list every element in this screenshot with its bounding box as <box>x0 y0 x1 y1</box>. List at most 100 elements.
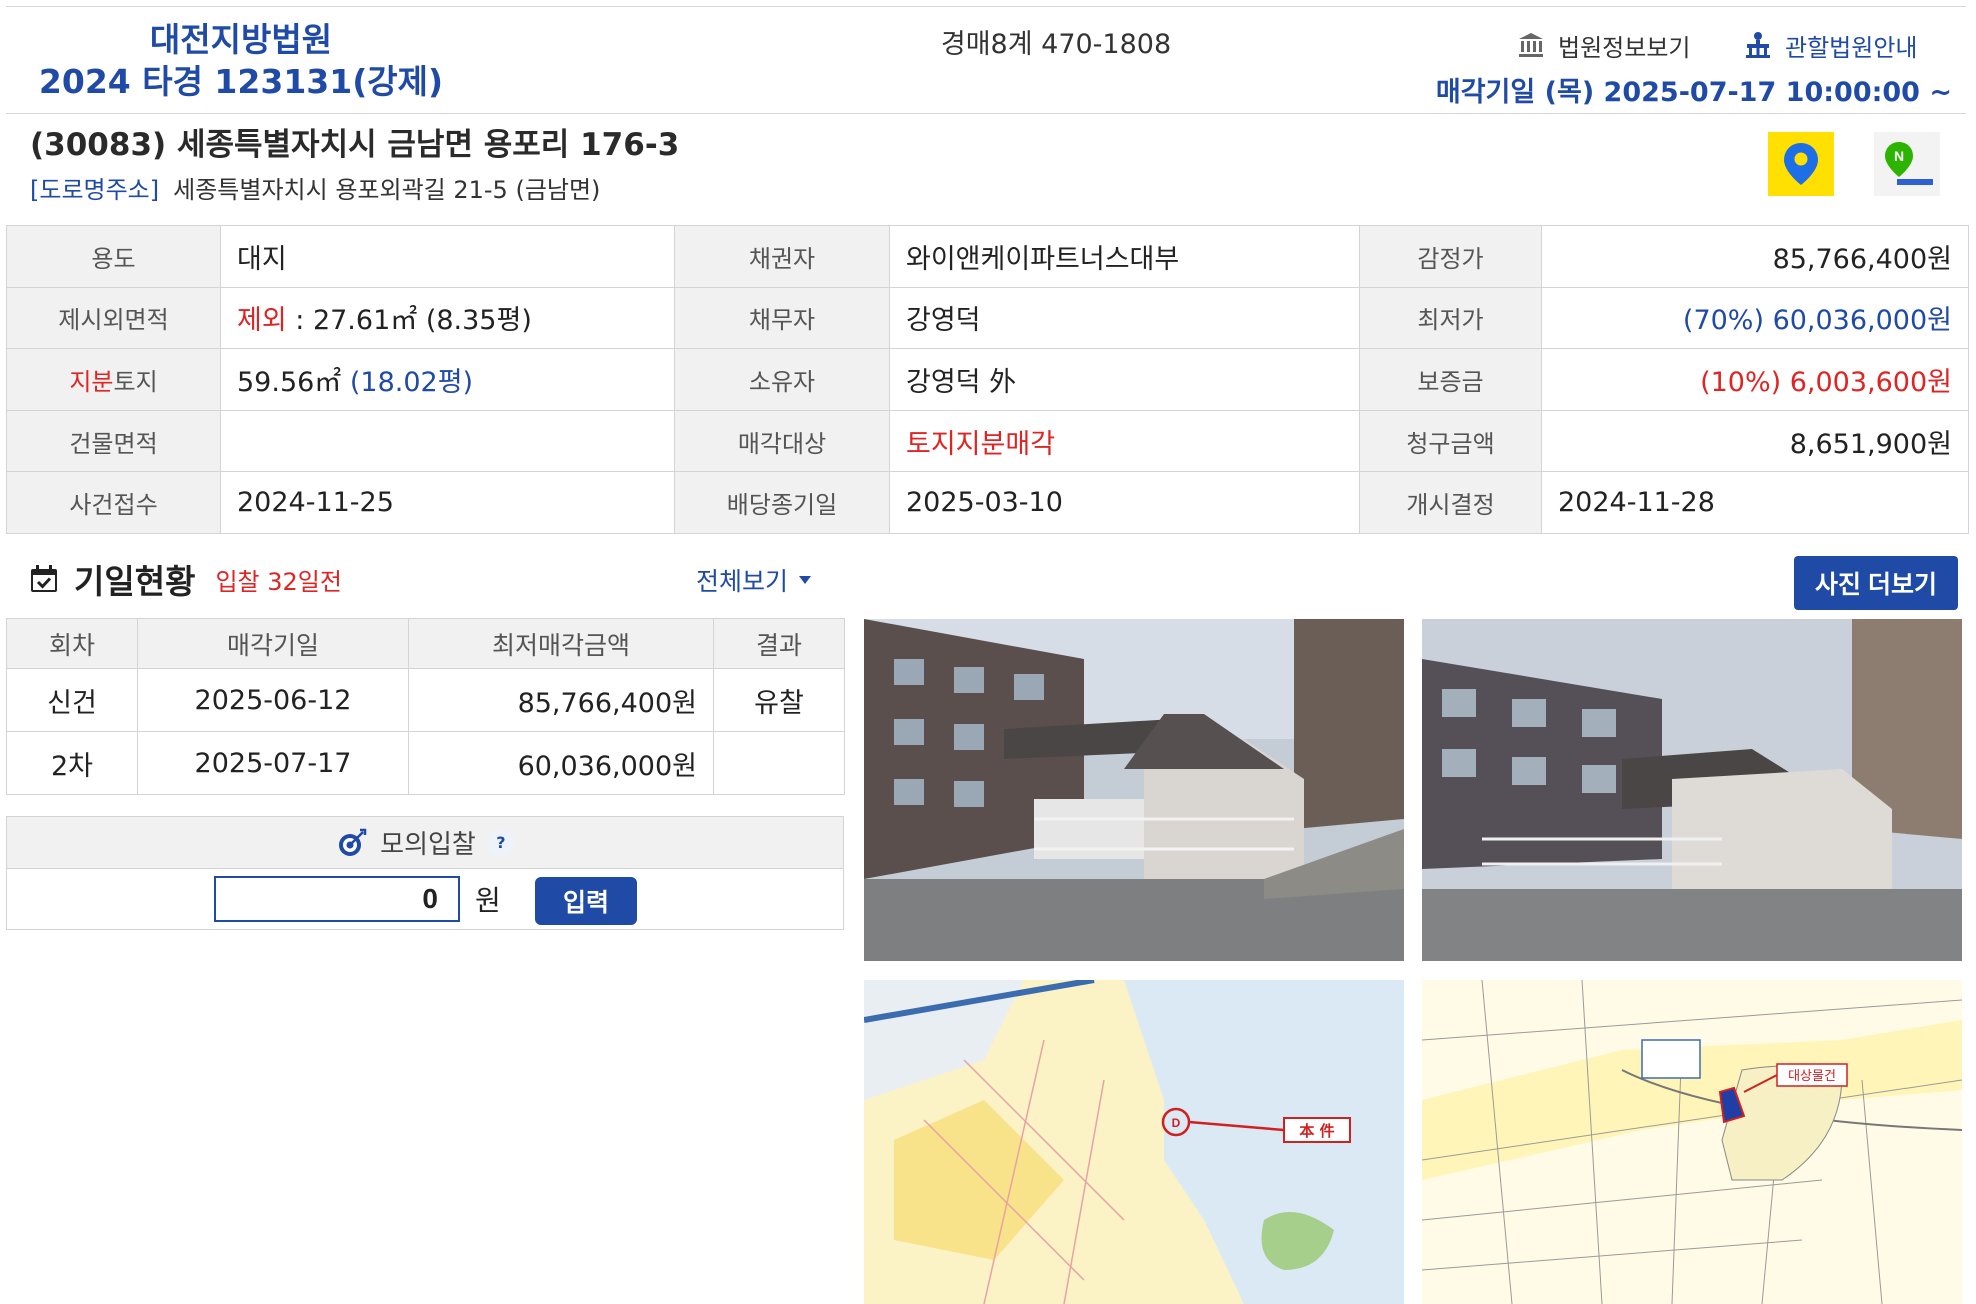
sale-date: 매각기일 (목) 2025-07-17 10:00:00 ~ <box>1435 77 1952 108</box>
case-received-value: 2024-11-25 <box>220 471 675 534</box>
debtor-label: 채무자 <box>674 286 890 350</box>
property-photo-1[interactable] <box>864 619 1404 961</box>
debtor-value: 강영덕 <box>889 286 1360 350</box>
naver-map-icon: N <box>1885 142 1933 185</box>
court-building-icon <box>1519 33 1543 57</box>
court-location-icon <box>1746 32 1770 58</box>
sale-date-cell: 2025-06-12 <box>137 668 409 732</box>
calendar-check-icon <box>31 565 57 592</box>
building-photo-image <box>1422 619 1962 961</box>
mock-bid-panel: 모의입찰 ? 원 입력 <box>6 816 844 930</box>
usage-value: 대지 <box>220 225 675 288</box>
property-photo-2[interactable] <box>1422 619 1962 961</box>
creditor-value: 와이앤케이파트너스대부 <box>889 225 1360 288</box>
court-info-link[interactable]: 법원정보보기 <box>1516 25 1690 65</box>
caret-down-icon <box>799 576 812 584</box>
kakao-map-button[interactable] <box>1768 132 1834 196</box>
location-map-2[interactable]: 대상물건 <box>1422 980 1962 1304</box>
case-header: 대전지방법원 2024 타경 123131(강제) 경매8계 470-1808 … <box>6 6 1966 114</box>
column-round: 회차 <box>6 618 138 669</box>
schedule-title: 기일현황 <box>74 562 196 601</box>
owner-value: 강영덕 外 <box>889 348 1360 411</box>
court-name: 대전지방법원 <box>149 20 333 59</box>
court-info-label: 법원정보보기 <box>1558 33 1691 62</box>
table-row: 지분토지 59.56㎡ (18.02평) 소유자 강영덕 外 보증금 (10%)… <box>6 348 1969 411</box>
location-label: 本 件 <box>1299 1122 1334 1140</box>
road-address: [도로명주소] 세종특별자치시 용포외곽길 21-5 (금남면) <box>30 172 600 208</box>
dividend-deadline-label: 배당종기일 <box>674 471 890 534</box>
column-sale-date: 매각기일 <box>137 618 409 669</box>
target-icon <box>339 828 367 856</box>
round-cell: 2차 <box>6 731 138 795</box>
column-min-price: 최저매각금액 <box>408 618 714 669</box>
case-department: 경매8계 470-1808 <box>940 29 1172 60</box>
commencement-label: 개시결정 <box>1359 471 1542 534</box>
table-header-row: 회차 매각기일 최저매각금액 결과 <box>6 618 845 669</box>
commencement-value: 2024-11-28 <box>1541 471 1969 534</box>
share-tag: 지분 <box>69 367 114 396</box>
more-photos-button[interactable]: 사진 더보기 <box>1794 556 1958 610</box>
minimum-price-value: (70%) 60,036,000원 <box>1541 286 1969 350</box>
creditor-label: 채권자 <box>674 225 890 288</box>
share-land-label: 지분토지 <box>6 348 221 411</box>
location-map-image: D 本 件 <box>864 980 1404 1304</box>
table-row: 건물면적 매각대상 토지지분매각 청구금액 8,651,900원 <box>6 409 1969 473</box>
min-price-cell: 60,036,000원 <box>408 731 714 795</box>
result-cell <box>713 731 845 795</box>
round-cell: 신건 <box>6 668 138 732</box>
property-address: (30083) 세종특별자치시 금남면 용포리 176-3 <box>30 127 680 163</box>
mock-bid-title: 모의입찰 <box>380 830 476 860</box>
court-guide-link[interactable]: 관할법원안내 <box>1743 25 1917 65</box>
mock-bid-header: 모의입찰 ? <box>7 817 843 869</box>
schedule-table: 회차 매각기일 최저매각금액 결과 신건 2025-06-12 85,766,4… <box>6 618 845 795</box>
court-guide-label: 관할법원안내 <box>1785 33 1918 62</box>
kakao-map-pin-icon <box>1784 143 1818 185</box>
building-photo-image <box>864 619 1404 961</box>
view-all-dropdown[interactable]: 전체보기 <box>696 562 812 598</box>
share-land-sqm: 59.56㎡ <box>237 366 350 398</box>
claim-amount-value: 8,651,900원 <box>1541 409 1969 473</box>
days-until-bid: 입찰 32일전 <box>215 567 342 596</box>
case-info-table: 용도 대지 채권자 와이앤케이파트너스대부 감정가 85,766,400원 제시… <box>6 225 1969 534</box>
result-cell: 유찰 <box>713 668 845 732</box>
deposit-label: 보증금 <box>1359 348 1542 411</box>
cadastral-map-image: 대상물건 <box>1422 980 1962 1304</box>
table-row: 용도 대지 채권자 와이앤케이파트너스대부 감정가 85,766,400원 <box>6 225 1969 288</box>
case-number: 2024 타경 123131(강제) <box>38 62 444 101</box>
sale-target-label: 매각대상 <box>674 409 890 473</box>
bid-amount-input[interactable] <box>214 876 460 922</box>
usage-label: 용도 <box>6 225 221 288</box>
schedule-heading: 기일현황 입찰 32일전 <box>28 556 342 602</box>
min-price-cell: 85,766,400원 <box>408 668 714 732</box>
case-received-label: 사건접수 <box>6 471 221 534</box>
svg-text:D: D <box>1172 1116 1181 1130</box>
view-all-label: 전체보기 <box>696 567 789 596</box>
bid-submit-button[interactable]: 입력 <box>535 877 637 925</box>
building-area-value <box>220 409 675 473</box>
help-icon[interactable]: ? <box>487 829 514 856</box>
column-result: 결과 <box>713 618 845 669</box>
excluded-tag: 제외 <box>237 305 287 337</box>
table-row: 제시외면적 제외 : 27.61㎡ (8.35평) 채무자 강영덕 최저가 (7… <box>6 286 1969 350</box>
dividend-deadline-value: 2025-03-10 <box>889 471 1360 534</box>
owner-label: 소유자 <box>674 348 890 411</box>
deposit-value: (10%) 6,003,600원 <box>1541 348 1969 411</box>
excluded-area-amount: : 27.61㎡ (8.35평) <box>286 305 532 337</box>
claim-amount-label: 청구금액 <box>1359 409 1542 473</box>
building-area-label: 건물면적 <box>6 409 221 473</box>
svg-text:N: N <box>1894 148 1904 164</box>
share-land-value: 59.56㎡ (18.02평) <box>220 348 675 411</box>
share-land-pyeong: (18.02평) <box>349 366 474 398</box>
naver-map-button[interactable]: N <box>1874 132 1940 196</box>
location-map-1[interactable]: D 本 件 <box>864 980 1404 1304</box>
sale-target-value: 토지지분매각 <box>889 409 1360 473</box>
appraisal-value: 85,766,400원 <box>1541 225 1969 288</box>
table-row: 2차 2025-07-17 60,036,000원 <box>6 731 845 795</box>
target-property-label: 대상물건 <box>1788 1069 1836 1084</box>
excluded-area-label: 제시외면적 <box>6 286 221 350</box>
minimum-price-label: 최저가 <box>1359 286 1542 350</box>
road-address-label: [도로명주소] <box>30 176 160 204</box>
mock-bid-body: 원 입력 <box>7 869 843 929</box>
share-land-text: 토지 <box>113 367 158 396</box>
table-row: 신건 2025-06-12 85,766,400원 유찰 <box>6 668 845 732</box>
